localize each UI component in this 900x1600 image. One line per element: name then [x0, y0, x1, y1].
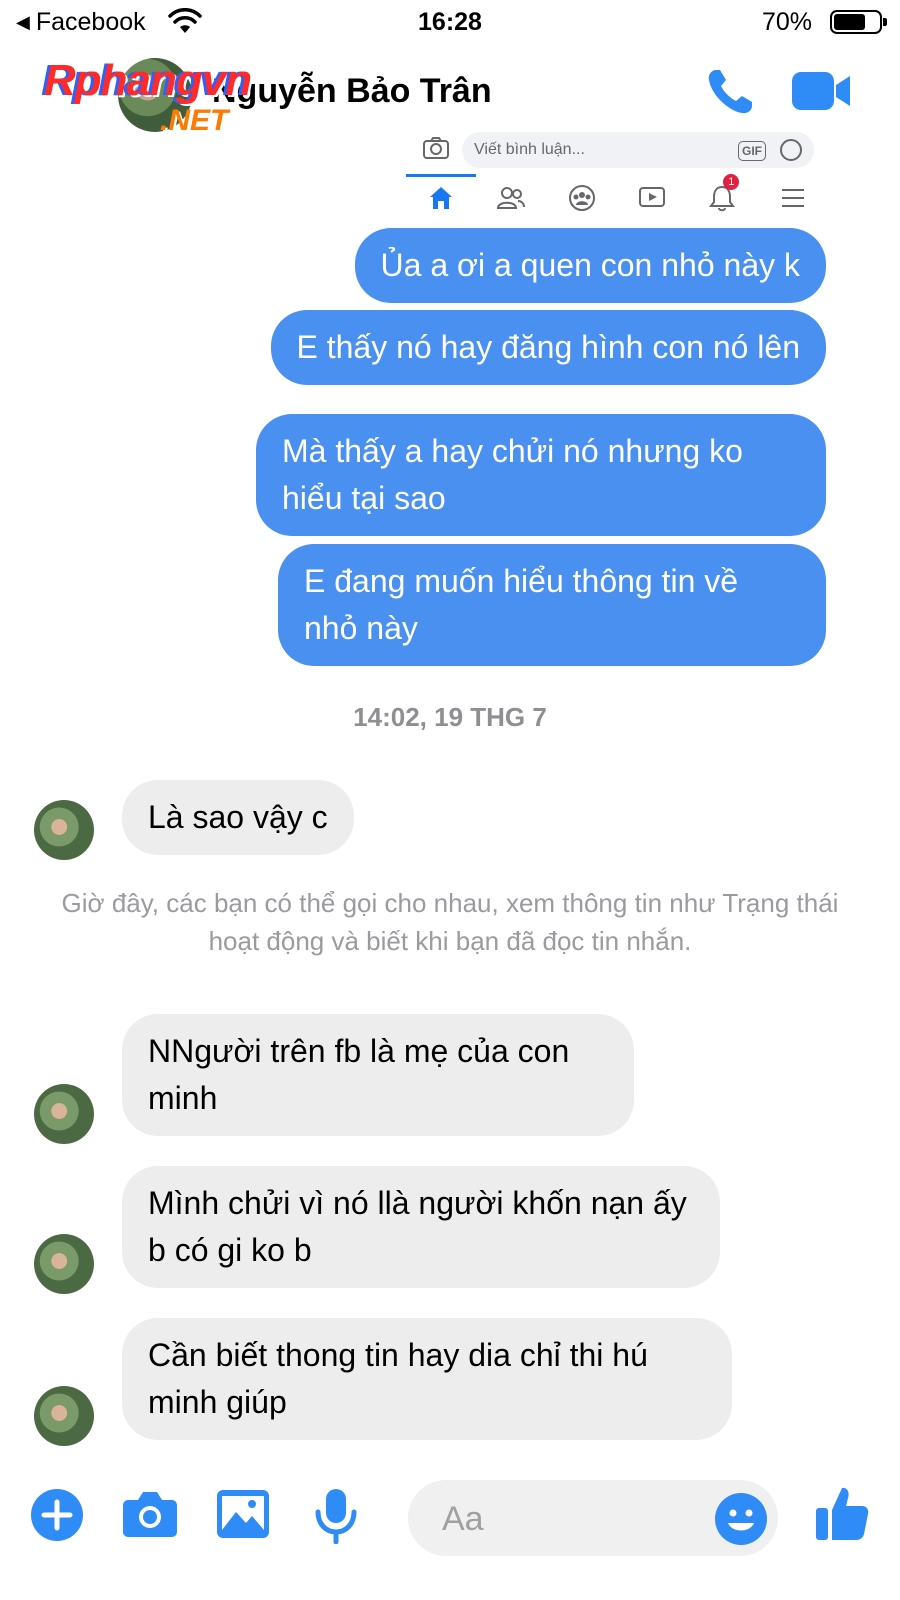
- plus-circle-icon[interactable]: [30, 1488, 84, 1542]
- incoming-message[interactable]: Mình chửi vì nó llà người khốn nạn ấy b …: [122, 1166, 720, 1288]
- microphone-icon[interactable]: [314, 1488, 358, 1544]
- phone-icon[interactable]: [702, 64, 758, 120]
- camera-icon[interactable]: [122, 1488, 178, 1540]
- incoming-message[interactable]: NNgười trên fb là mẹ của con minh: [122, 1014, 634, 1136]
- outgoing-message[interactable]: E thấy nó hay đăng hình con nó lên: [270, 310, 826, 385]
- outgoing-message[interactable]: E đang muốn hiểu thông tin về nhỏ này: [278, 544, 826, 666]
- notification-badge: 1: [723, 174, 740, 190]
- notifications-icon: 1: [687, 174, 757, 218]
- emoji-icon[interactable]: [714, 1492, 768, 1546]
- sender-avatar[interactable]: [34, 800, 94, 860]
- battery-icon: [830, 10, 887, 34]
- friends-icon: [476, 178, 546, 218]
- contact-name[interactable]: Nguyễn Bảo Trân: [212, 72, 492, 111]
- comment-placeholder: Viết bình luận...: [474, 141, 585, 158]
- read-receipts-notice: Giờ đây, các bạn có thể gọi cho nhau, xe…: [61, 888, 839, 956]
- sender-avatar[interactable]: [34, 1234, 94, 1294]
- outgoing-message[interactable]: Ủa a ơi a quen con nhỏ này k: [354, 228, 826, 303]
- emoji-icon: [780, 139, 802, 161]
- photo-gallery-icon[interactable]: [216, 1488, 270, 1540]
- sender-avatar[interactable]: [34, 1386, 94, 1446]
- conversation-header: Nguyễn Bảo Trân Rphangvn .NET: [0, 50, 900, 140]
- incoming-message[interactable]: Cần biết thong tin hay dia chỉ thi hú mi…: [122, 1318, 732, 1440]
- thumbs-up-icon[interactable]: [814, 1484, 870, 1542]
- message-input-placeholder: Aa: [442, 1500, 484, 1538]
- watch-icon: [617, 178, 687, 218]
- outgoing-message[interactable]: Mà thấy a hay chửi nó nhưng ko hiểu tại …: [256, 414, 826, 536]
- battery-percent: 70%: [761, 8, 812, 36]
- incoming-message[interactable]: Là sao vậy c: [122, 780, 354, 855]
- message-timestamp: 14:02, 19 THG 7: [353, 702, 547, 732]
- watermark-logo: Rphangvn: [44, 56, 252, 105]
- groups-icon: [547, 178, 617, 218]
- comment-field: Viết bình luận... GIF: [462, 132, 814, 168]
- sender-avatar[interactable]: [34, 1084, 94, 1144]
- fb-tab-bar: 1: [406, 174, 828, 218]
- status-bar: ◀ Facebook 16:28 70%: [0, 0, 900, 46]
- message-composer: Aa: [0, 1470, 900, 1560]
- gif-icon: GIF: [738, 141, 766, 161]
- shared-screenshot-image[interactable]: Viết bình luận... GIF 1: [406, 128, 828, 220]
- video-camera-icon[interactable]: [790, 68, 852, 114]
- menu-icon: [758, 178, 828, 218]
- watermark-logo-suffix: .NET: [160, 104, 229, 137]
- home-icon: [406, 174, 477, 218]
- camera-icon: [423, 137, 449, 159]
